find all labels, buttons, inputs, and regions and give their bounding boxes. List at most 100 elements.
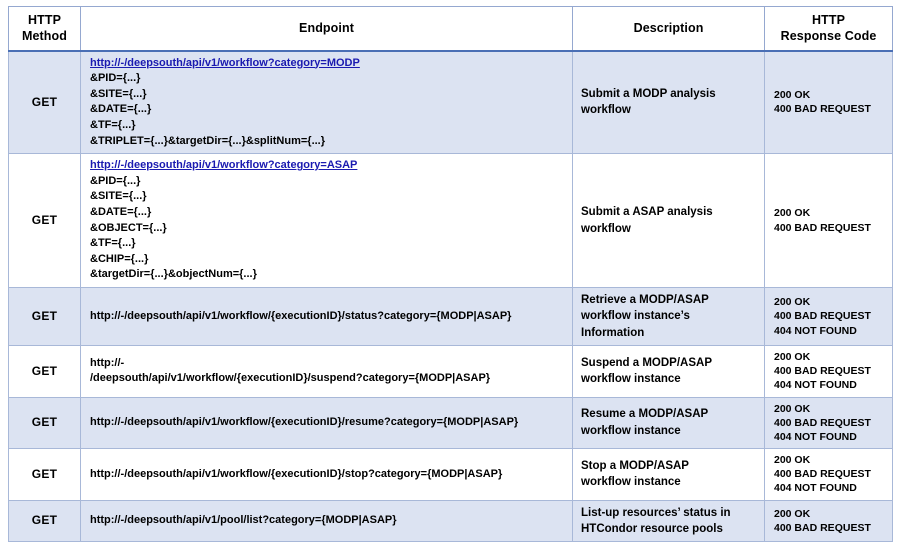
cell-http-response-code: 200 OK 400 BAD REQUEST 404 NOT FOUND xyxy=(764,396,893,450)
table-row: GET http://- /deepsouth/api/v1/workflow/{e… xyxy=(8,345,893,398)
cell-http-method: GET xyxy=(8,287,81,347)
cell-description: Stop a MODP/ASAP workflow instance xyxy=(572,448,765,501)
cell-http-response-code: 200 OK 400 BAD REQUEST 404 NOT FOUND xyxy=(764,345,893,398)
table-row: GET http://-/deepsouth/api/v1/workflow/{e… xyxy=(8,448,893,501)
description-line: List-up resources’ status in xyxy=(581,506,731,519)
response-code-line: 404 NOT FOUND xyxy=(774,379,857,392)
column-header-description: Description xyxy=(572,6,765,52)
api-endpoint-table-container: HTTP Method Endpoint Description HTTP Respons… xyxy=(8,6,893,546)
endpoint-parameter-line: &OBJECT={...} xyxy=(90,221,167,234)
description-line: workflow xyxy=(581,104,631,117)
cell-endpoint: http://-/deepsouth/api/v1/workflow?categ… xyxy=(80,49,573,155)
response-code-line: 400 BAD REQUEST xyxy=(774,416,871,429)
endpoint-parameter-line: &targetDir={...}&objectNum={...} xyxy=(90,268,257,281)
endpoint-url-line: http://-/deepsouth/api/v1/workflow/{exec… xyxy=(90,415,519,428)
description-line: Stop a MODP/ASAP xyxy=(581,459,689,472)
endpoint-parameter-line: &DATE={...} xyxy=(90,205,152,218)
description-line: HTCondor resource pools xyxy=(581,522,723,535)
cell-http-method: GET xyxy=(8,448,81,501)
cell-http-response-code: 200 OK 400 BAD REQUEST 404 NOT FOUND xyxy=(764,287,893,347)
response-code-line: 400 BAD REQUEST xyxy=(774,103,871,116)
cell-http-response-code: 200 OK 400 BAD REQUEST 404 NOT FOUND xyxy=(764,448,893,501)
cell-description: List-up resources’ status in HTCondor res… xyxy=(572,499,765,543)
table-row: GET http://-/deepsouth/api/v1/workflow/{e… xyxy=(8,396,893,450)
cell-endpoint: http://-/deepsouth/api/v1/workflow/{exec… xyxy=(80,448,573,501)
description-line: Suspend a MODP/ASAP xyxy=(581,356,712,369)
cell-http-response-code: 200 OK 400 BAD REQUEST xyxy=(764,49,893,155)
description-line: Resume a MODP/ASAP xyxy=(581,408,709,421)
response-code-line: 404 NOT FOUND xyxy=(774,482,857,495)
endpoint-url-line: http://- xyxy=(90,356,125,369)
column-header-line: HTTP xyxy=(27,13,62,27)
endpoint-url-line: http://-/deepsouth/api/v1/workflow/{exec… xyxy=(90,309,512,322)
column-header-endpoint: Endpoint xyxy=(80,6,573,52)
description-line: workflow instance xyxy=(581,424,681,437)
endpoint-parameter-line: &TF={...} xyxy=(90,237,136,250)
description-line: workflow xyxy=(581,222,631,235)
cell-endpoint: http://-/deepsouth/api/v1/pool/list?cate… xyxy=(80,499,573,543)
endpoint-parameter-line: &PID={...} xyxy=(90,174,141,187)
cell-endpoint: http://- /deepsouth/api/v1/workflow/{exec… xyxy=(80,345,573,398)
cell-endpoint: http://-/deepsouth/api/v1/workflow?categ… xyxy=(80,153,573,289)
endpoint-parameter-line: &CHIP={...} xyxy=(90,252,149,265)
endpoint-parameter-line: &TRIPLET={...}&targetDir={...}&splitNum=… xyxy=(90,134,326,147)
description-line: Submit a MODP analysis xyxy=(581,88,716,100)
cell-description: Suspend a MODP/ASAP workflow instance xyxy=(572,345,765,398)
endpoint-parameter-line: &SITE={...} xyxy=(90,190,147,203)
response-code-line: 200 OK xyxy=(774,402,811,415)
description-line: workflow instance xyxy=(581,476,681,489)
description-line: Retrieve a MODP/ASAP xyxy=(581,294,709,307)
table-row: GET http://-/deepsouth/api/v1/workflow/{e… xyxy=(8,287,893,347)
column-header-line: Response Code xyxy=(780,29,877,44)
column-header-line: Method xyxy=(21,29,68,44)
table-row: GET http://-/deepsouth/api/v1/workflow?ca… xyxy=(8,153,893,289)
endpoint-parameter-line: &TF={...} xyxy=(90,118,136,131)
response-code-line: 200 OK xyxy=(774,296,811,309)
column-header-line: HTTP xyxy=(811,13,846,27)
description-line: Information xyxy=(581,326,645,339)
cell-http-method: GET xyxy=(8,499,81,543)
cell-endpoint: http://-/deepsouth/api/v1/workflow/{exec… xyxy=(80,287,573,347)
cell-http-response-code: 200 OK 400 BAD REQUEST xyxy=(764,499,893,543)
cell-description: Submit a MODP analysis workflow xyxy=(572,49,765,155)
cell-http-method: GET xyxy=(8,153,81,289)
description-line: Submit a ASAP analysis xyxy=(581,206,713,219)
endpoint-parameter-line: &DATE={...} xyxy=(90,103,152,116)
endpoint-url-line: http://-/deepsouth/api/v1/workflow/{exec… xyxy=(90,467,503,480)
table-row: GET http://-/deepsouth/api/v1/pool/list?c… xyxy=(8,499,893,543)
column-header-http-method: HTTP Method xyxy=(8,6,81,52)
description-line: workflow instance’s xyxy=(581,310,690,323)
cell-description: Retrieve a MODP/ASAP workflow instance’s I… xyxy=(572,287,765,347)
column-header-http-response-code: HTTP Response Code xyxy=(764,6,893,52)
response-code-line: 200 OK xyxy=(774,351,811,364)
endpoint-url-line: /deepsouth/api/v1/workflow/{executionID}… xyxy=(90,372,491,385)
response-code-line: 400 BAD REQUEST xyxy=(774,468,871,481)
cell-endpoint: http://-/deepsouth/api/v1/workflow/{exec… xyxy=(80,396,573,450)
response-code-line: 400 BAD REQUEST xyxy=(774,521,871,534)
table-body: GET http://-/deepsouth/api/v1/workflow?ca… xyxy=(8,49,893,543)
column-header-line: Endpoint xyxy=(299,21,354,36)
cell-http-method: GET xyxy=(8,396,81,450)
endpoint-url-line: http://-/deepsouth/api/v1/pool/list?cate… xyxy=(90,514,397,527)
cell-http-method: GET xyxy=(8,345,81,398)
endpoint-hyperlink[interactable]: http://-/deepsouth/api/v1/workflow?categ… xyxy=(90,56,565,72)
cell-description: Resume a MODP/ASAP workflow instance xyxy=(572,396,765,450)
response-code-line: 200 OK xyxy=(774,507,811,520)
response-code-line: 404 NOT FOUND xyxy=(774,430,857,443)
response-code-line: 400 BAD REQUEST xyxy=(774,310,871,323)
cell-description: Submit a ASAP analysis workflow xyxy=(572,153,765,289)
table-header: HTTP Method Endpoint Description HTTP Respons… xyxy=(8,6,893,52)
column-header-line: Description xyxy=(633,21,704,36)
table-header-row: HTTP Method Endpoint Description HTTP Respons… xyxy=(8,6,893,52)
response-code-line: 400 BAD REQUEST xyxy=(774,221,871,234)
cell-http-method: GET xyxy=(8,49,81,155)
api-endpoint-table: HTTP Method Endpoint Description HTTP Respons… xyxy=(8,6,893,543)
response-code-line: 200 OK xyxy=(774,89,811,102)
response-code-line: 404 NOT FOUND xyxy=(774,324,857,337)
endpoint-parameter-line: &PID={...} xyxy=(90,72,141,85)
endpoint-hyperlink[interactable]: http://-/deepsouth/api/v1/workflow?categ… xyxy=(90,158,565,174)
endpoint-parameter-line: &SITE={...} xyxy=(90,87,147,100)
response-code-line: 200 OK xyxy=(774,207,811,220)
table-row: GET http://-/deepsouth/api/v1/workflow?ca… xyxy=(8,49,893,155)
response-code-line: 400 BAD REQUEST xyxy=(774,365,871,378)
